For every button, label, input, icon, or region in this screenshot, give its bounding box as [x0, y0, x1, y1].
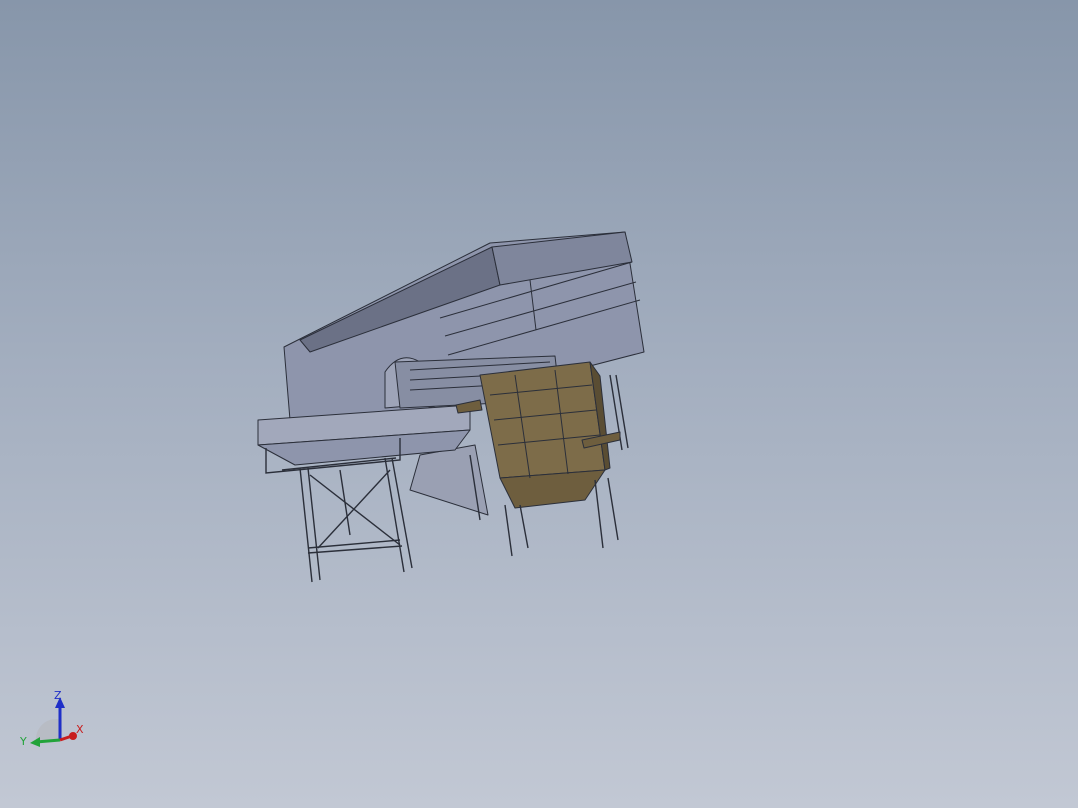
cad-model[interactable] — [0, 0, 1078, 808]
y-axis-arrowhead — [30, 737, 40, 747]
z-axis-label: Z — [54, 689, 62, 702]
y-axis-label: Y — [20, 735, 27, 748]
graphics-viewport[interactable]: Z Y X — [0, 0, 1078, 808]
x-axis-label: X — [76, 723, 84, 736]
triad-sphere-icon — [35, 719, 62, 740]
view-orientation-triad[interactable]: Z Y X — [14, 684, 94, 754]
